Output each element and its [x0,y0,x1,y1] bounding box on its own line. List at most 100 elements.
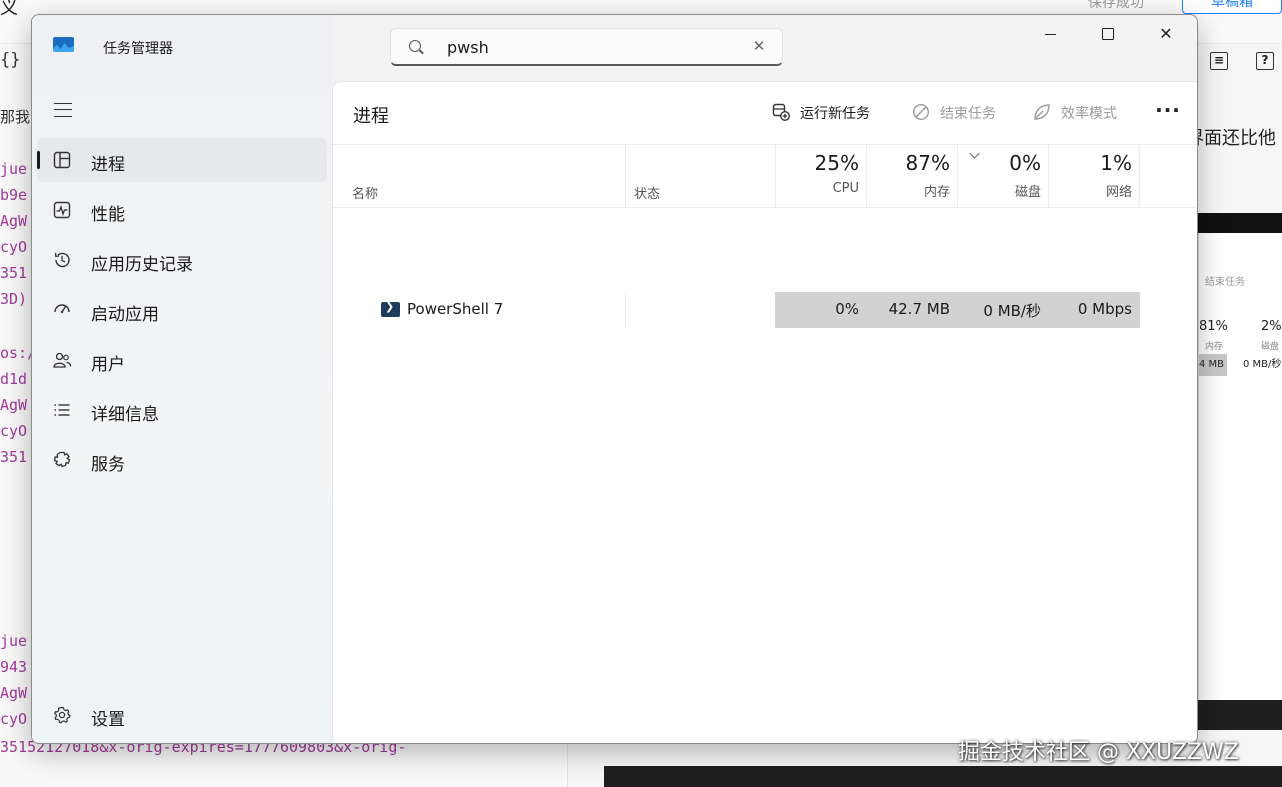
mini-disk-label: 磁盘 [1261,342,1280,352]
column-header-cpu[interactable]: 25% CPU [771,151,859,196]
hamburger-menu-icon[interactable] [54,103,72,117]
process-disk: 0 MB/秒 [983,302,1041,320]
performance-icon [53,201,71,219]
column-header-disk[interactable]: 0% 磁盘 [953,151,1041,200]
watermark: 掘金技术社区 @ XXUZZWZ [958,740,1239,765]
network-total-pct: 1% [1100,151,1132,175]
task-manager-app-icon [53,37,74,52]
run-new-task-icon [772,103,790,121]
sidebar-item-label: 启动应用 [91,305,159,325]
preview-dark-strip [1198,213,1282,233]
memory-label: 内存 [923,185,950,200]
maximize-button[interactable] [1079,15,1137,55]
code-line: jue [0,632,28,650]
sidebar-item-users[interactable]: 用户 [37,338,327,382]
powershell-icon [381,300,400,317]
cpu-total-pct: 25% [814,151,859,175]
sidebar-item-label: 进程 [91,155,125,175]
details-icon [54,404,70,416]
page-title: 进程 [353,106,389,127]
code-line: jue [0,160,28,178]
help-icon[interactable]: ? [1256,52,1274,70]
code-line: d1d [0,370,28,388]
sidebar-item-label: 详细信息 [91,405,159,425]
mini-end-task-label: 结束任务 [1205,277,1245,288]
sidebar-item-label: 服务 [91,455,125,475]
process-network: 0 Mbps [1077,300,1132,318]
end-task-label: 结束任务 [940,106,996,122]
users-icon [53,352,71,368]
process-memory: 42.7 MB [888,300,950,318]
code-line: 那我 [0,108,31,126]
column-header-memory[interactable]: 87% 内存 [862,151,950,200]
code-line: cyO [0,710,28,728]
preview-task-manager-image: 结束任务 81% 2% 内存 磁盘 4 MB 0 MB/秒 [1198,233,1282,703]
column-header-network[interactable]: 1% 网络 [1044,151,1132,200]
processes-panel: 进程 运行新任务 结束任务 效率模式 ··· 名称 状态 25% CPU 87%… [332,81,1197,743]
gear-icon [53,706,71,724]
editor-fragment: 义 [0,0,18,19]
run-new-task-button[interactable]: 运行新任务 [772,101,870,127]
run-new-task-label: 运行新任务 [800,106,870,122]
end-task-button[interactable]: 结束任务 [912,101,996,127]
memory-total-pct: 87% [905,151,950,175]
search-icon [409,40,421,52]
active-indicator [37,151,40,169]
sidebar-item-label: 用户 [91,355,125,375]
column-header-status[interactable]: 状态 [634,183,660,202]
code-line: AgW [0,396,28,414]
startup-apps-icon [54,304,70,314]
block-icon [912,103,930,121]
code-line: 351 [0,264,28,282]
clear-search-icon[interactable]: ✕ [749,36,769,56]
services-icon [53,451,71,468]
preview-text: 界面还比他 [1186,128,1276,149]
mini-memory-value: 4 MB [1199,354,1227,376]
sidebar-item-processes[interactable]: 进程 [37,138,327,182]
minimize-button[interactable] [1021,15,1079,55]
code-line: AgW [0,212,28,230]
task-manager-window: 任务管理器 ✕ ✕ 进程 性能 应用历史记录 启动应用 用户 详细信息 [31,14,1198,744]
title-bar: 任务管理器 ✕ ✕ [32,15,1197,81]
mini-disk-value: 0 MB/秒 [1243,359,1282,370]
cpu-label: CPU [832,181,859,196]
sidebar-item-details[interactable]: 详细信息 [37,388,327,432]
bottom-dark-bar [604,766,1282,787]
code-line: 3D) [0,290,28,308]
sidebar-item-performance[interactable]: 性能 [37,188,327,232]
column-header-name[interactable]: 名称 [352,183,378,202]
code-line: 943 [0,658,28,676]
sidebar-item-app-history[interactable]: 应用历史记录 [37,238,327,282]
more-options-icon[interactable]: ··· [1155,100,1181,126]
mini-disk-pct: 2% [1261,319,1282,334]
column-divider[interactable] [625,145,626,209]
code-line: cyO [0,238,28,256]
column-divider[interactable] [1139,145,1140,209]
outline-icon[interactable]: ≡ [1210,52,1228,70]
sidebar-item-settings[interactable]: 设置 [37,695,327,735]
leaf-icon [1034,104,1050,120]
app-history-icon [54,252,70,268]
app-title: 任务管理器 [103,41,173,57]
process-cpu: 0% [835,300,859,318]
disk-label: 磁盘 [1014,185,1041,200]
sidebar-item-startup-apps[interactable]: 启动应用 [37,288,327,332]
search-box[interactable]: ✕ [390,28,783,66]
code-line: cyO [0,422,28,440]
settings-label: 设置 [91,710,125,730]
status-column-divider [625,292,626,328]
efficiency-mode-label: 效率模式 [1061,106,1117,122]
save-status: 保存成功 [1088,0,1144,11]
search-input[interactable] [447,35,737,59]
drafts-button[interactable]: 草稿箱 [1182,0,1282,14]
code-brace: {} [0,50,21,70]
close-button[interactable]: ✕ [1137,15,1195,55]
table-row[interactable]: PowerShell 7 0% 42.7 MB 0 MB/秒 0 Mbps [333,292,1197,328]
preview-dark-footer [1198,700,1282,730]
sidebar-item-label: 应用历史记录 [91,255,193,275]
disk-total-pct: 0% [1009,151,1041,175]
column-header-row: 名称 状态 25% CPU 87% 内存 0% 磁盘 1% 网络 [333,144,1197,209]
efficiency-mode-button[interactable]: 效率模式 [1033,101,1117,127]
mini-memory-pct: 81% [1199,319,1228,334]
sidebar-item-services[interactable]: 服务 [37,438,327,482]
